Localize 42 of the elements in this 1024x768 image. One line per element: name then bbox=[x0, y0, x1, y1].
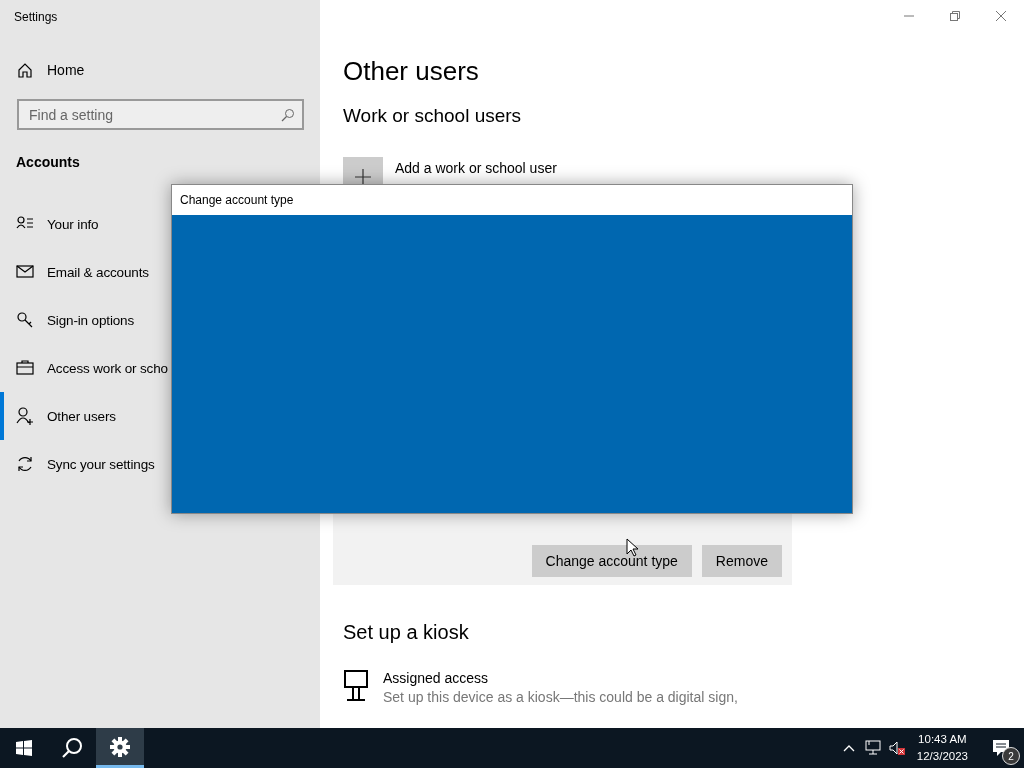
cursor-icon bbox=[626, 538, 638, 557]
key-icon bbox=[16, 311, 34, 329]
search-icon bbox=[281, 108, 295, 122]
windows-logo-icon bbox=[16, 740, 32, 756]
close-icon bbox=[996, 11, 1006, 21]
add-user-link[interactable]: Add a work or school user bbox=[395, 160, 557, 176]
sidebar-item[interactable]: Sync your settings bbox=[0, 440, 155, 488]
taskbar-app[interactable] bbox=[96, 728, 144, 768]
dialog-title: Change account type bbox=[172, 185, 852, 215]
search-icon bbox=[61, 737, 83, 759]
speaker-icon bbox=[888, 740, 905, 756]
kiosk-icon[interactable] bbox=[343, 670, 369, 702]
sidebar-item[interactable]: Sign-in options bbox=[0, 296, 135, 344]
page-title: Other users bbox=[343, 56, 479, 87]
caret-icon bbox=[842, 744, 855, 752]
sidebar-item[interactable]: Other users bbox=[0, 392, 116, 440]
sidebar-item[interactable]: Your info bbox=[0, 200, 99, 248]
section-heading: Set up a kiosk bbox=[343, 621, 469, 644]
sync-icon bbox=[16, 455, 34, 473]
home-link[interactable]: Home bbox=[17, 62, 85, 78]
briefcase-icon bbox=[16, 359, 34, 377]
home-icon bbox=[17, 62, 33, 78]
item-title[interactable]: Assigned access bbox=[383, 670, 738, 686]
sidebar-item[interactable]: Email & accounts bbox=[0, 248, 149, 296]
action-button[interactable]: Remove bbox=[701, 545, 782, 577]
person-add-icon bbox=[16, 407, 34, 425]
plus-icon bbox=[355, 169, 371, 185]
clock-time[interactable]: 10:43 AM bbox=[918, 731, 967, 748]
search-field[interactable]: Find a setting bbox=[17, 99, 304, 130]
notifications-button[interactable]: 2 bbox=[978, 728, 1024, 768]
monitor-icon bbox=[864, 740, 881, 756]
action-button[interactable]: Change account type bbox=[531, 545, 692, 577]
section-heading: Accounts bbox=[16, 154, 81, 170]
window-title: Settings bbox=[14, 10, 59, 24]
sidebar-item[interactable]: Access work or scho bbox=[0, 344, 168, 392]
restore-icon bbox=[950, 11, 960, 21]
clock-date[interactable]: 12/3/2023 bbox=[916, 748, 968, 765]
envelope-icon bbox=[16, 263, 34, 281]
notification-count: 2 bbox=[1002, 747, 1020, 765]
section-heading: Work or school users bbox=[343, 105, 522, 127]
gear-icon bbox=[110, 736, 130, 757]
item-description: Set up this device as a kiosk—this could be a digital sign, bbox=[383, 689, 738, 705]
